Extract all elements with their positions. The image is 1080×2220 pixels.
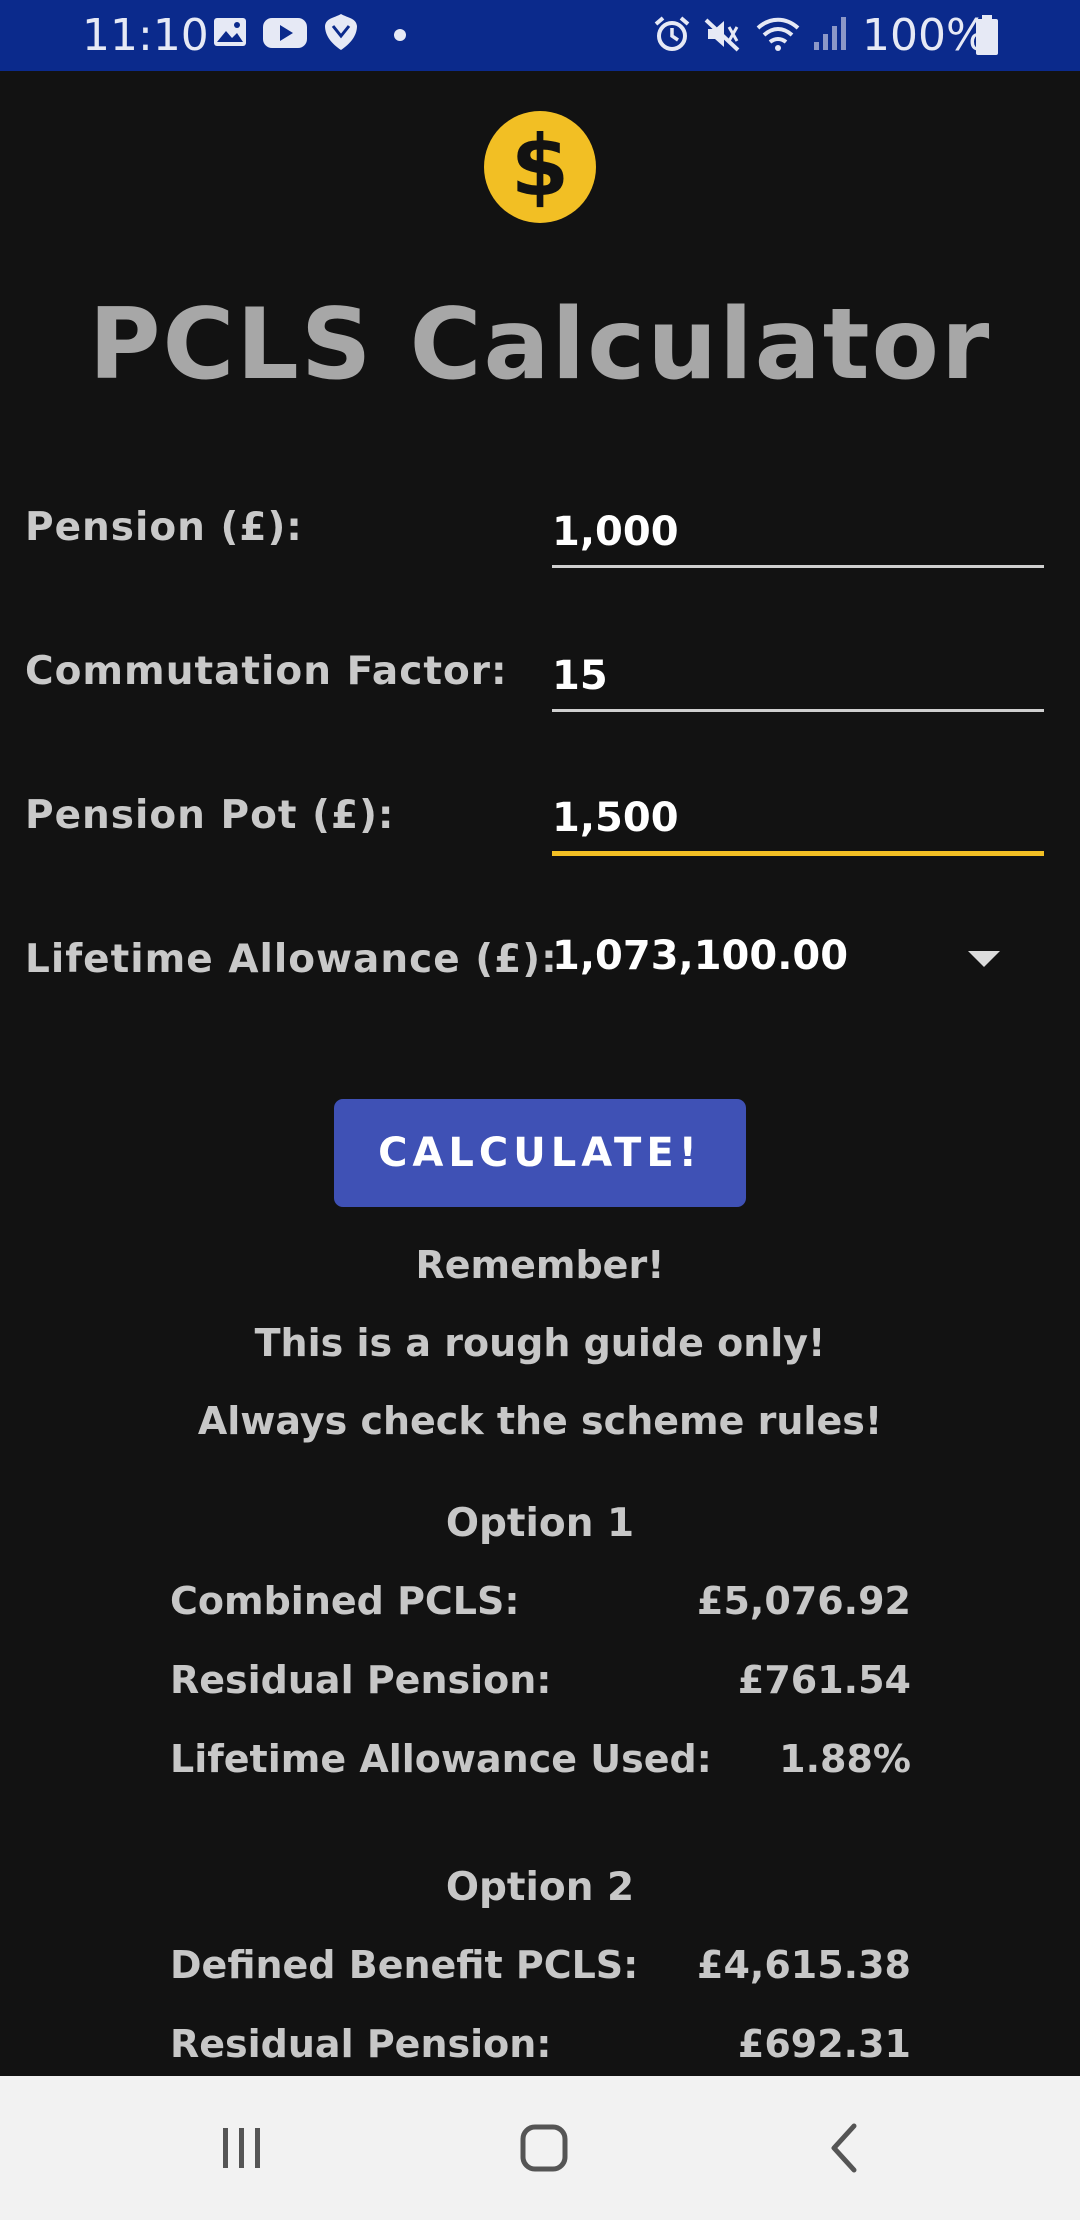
back-icon[interactable]	[816, 2118, 876, 2178]
lifetime-allowance-label: Lifetime Allowance (£):	[25, 937, 558, 982]
lifetime-allowance-dropdown[interactable]: 1,073,100.00	[552, 925, 1014, 995]
note-rough-guide: This is a rough guide only!	[254, 1321, 826, 1365]
dot-icon	[394, 29, 406, 41]
option1-combined-pcls-value: £5,076.92	[697, 1579, 911, 1623]
status-bar: 11:10 100%	[0, 0, 1080, 71]
mute-icon	[704, 18, 740, 52]
option2-db-pcls-value: £4,615.38	[697, 1943, 911, 1987]
signal-icon	[814, 17, 846, 50]
main-content: $ PCLS Calculator Pension (£): Commutati…	[0, 71, 1080, 2076]
navigation-bar	[0, 2076, 1080, 2220]
home-icon[interactable]	[514, 2118, 574, 2178]
option1-title: Option 1	[445, 1501, 635, 1546]
battery-icon	[976, 15, 998, 55]
wifi-icon	[756, 17, 800, 51]
youtube-icon	[263, 18, 307, 48]
dropdown-arrow-icon	[968, 951, 1000, 967]
option1-combined-pcls-label: Combined PCLS:	[170, 1579, 520, 1623]
option1-lta-used-value: 1.88%	[779, 1737, 911, 1781]
lifetime-allowance-value: 1,073,100.00	[552, 933, 849, 979]
pension-input[interactable]	[552, 499, 1044, 568]
note-remember: Remember!	[415, 1243, 665, 1287]
status-time: 11:10	[82, 10, 209, 61]
recent-apps-icon[interactable]	[212, 2118, 272, 2178]
app-screen: 11:10 100% $ PCLS Calculator Pension (£)…	[0, 0, 1080, 2220]
page-title: PCLS Calculator	[88, 288, 992, 402]
commutation-factor-label: Commutation Factor:	[25, 649, 508, 694]
calculate-button[interactable]: CALCULATE!	[334, 1099, 746, 1207]
option2-residual-pension-label: Residual Pension:	[170, 2022, 552, 2066]
battery-percentage: 100%	[862, 10, 988, 61]
commutation-factor-input[interactable]	[552, 643, 1044, 712]
pension-pot-input[interactable]	[552, 785, 1044, 856]
pension-pot-label: Pension Pot (£):	[25, 793, 395, 838]
option1-residual-pension-value: £761.54	[737, 1658, 911, 1702]
option2-residual-pension-value: £692.31	[737, 2022, 911, 2066]
option2-db-pcls-label: Defined Benefit PCLS:	[170, 1943, 639, 1987]
dollar-coin-icon: $	[484, 111, 596, 223]
bank-icon	[325, 14, 357, 50]
pension-label: Pension (£):	[25, 505, 303, 550]
option1-residual-pension-label: Residual Pension:	[170, 1658, 552, 1702]
option2-title: Option 2	[445, 1865, 635, 1910]
gallery-icon	[214, 18, 246, 46]
option1-lta-used-label: Lifetime Allowance Used:	[170, 1737, 712, 1781]
svg-text:$: $	[511, 117, 569, 215]
alarm-icon	[654, 16, 690, 51]
note-scheme-rules: Always check the scheme rules!	[197, 1399, 883, 1443]
